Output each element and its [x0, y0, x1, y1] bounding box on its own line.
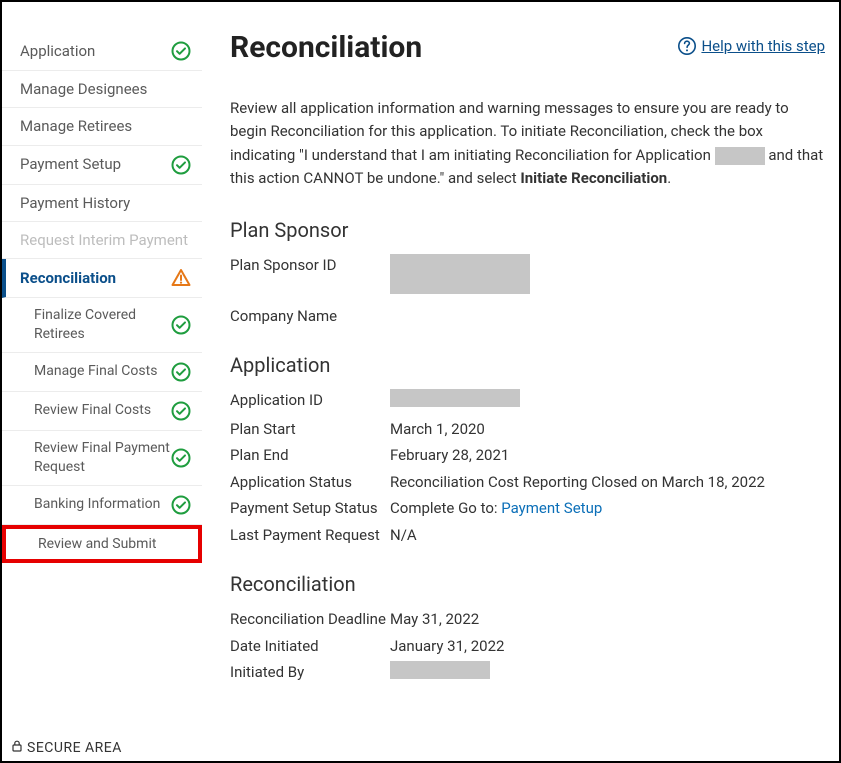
check-icon: [170, 314, 192, 336]
field-value: March 1, 2020: [390, 418, 485, 441]
sidebar-item-reconciliation[interactable]: Reconciliation: [2, 259, 202, 298]
sidebar: Application Manage Designees Manage Retire…: [2, 2, 202, 761]
field-row: Company Name: [230, 305, 825, 328]
field-value: Reconciliation Cost Reporting Closed on …: [390, 471, 765, 494]
check-icon: [170, 494, 192, 516]
main-content: Reconciliation Help with this step Revie…: [202, 2, 839, 761]
sidebar-item-manage-retirees[interactable]: Manage Retirees: [2, 108, 202, 145]
help-link-label: Help with this step: [701, 37, 825, 55]
field-label: Reconciliation Deadline: [230, 608, 390, 631]
field-value: Complete Go to: Payment Setup: [390, 497, 602, 520]
field-value: May 31, 2022: [390, 608, 479, 631]
field-label: Plan Start: [230, 418, 390, 441]
field-label: Date Initiated: [230, 635, 390, 658]
help-icon: [677, 36, 697, 56]
sidebar-item-label: Request Interim Payment: [20, 230, 192, 250]
field-label: Application ID: [230, 389, 390, 412]
field-label: Company Name: [230, 305, 390, 328]
field-row: Reconciliation DeadlineMay 31, 2022: [230, 608, 825, 631]
check-icon: [170, 447, 192, 469]
section-title-application: Application: [230, 353, 825, 377]
lock-icon: [10, 739, 24, 757]
redacted-value: [390, 389, 520, 407]
section-plan-sponsor: Plan Sponsor Plan Sponsor ID Company Name: [230, 218, 825, 327]
field-label: Last Payment Request: [230, 524, 390, 547]
intro-text: Review all application information and w…: [230, 97, 825, 190]
sidebar-item-label: Manage Retirees: [20, 116, 192, 136]
sidebar-item-request-interim-payment: Request Interim Payment: [2, 222, 202, 259]
sidebar-item-label: Review and Submit: [38, 535, 192, 554]
field-label: Payment Setup Status: [230, 497, 390, 520]
section-title-reconciliation: Reconciliation: [230, 572, 825, 596]
sidebar-item-payment-setup[interactable]: Payment Setup: [2, 146, 202, 185]
redacted-app-id-inline: [715, 147, 765, 165]
page-title: Reconciliation: [230, 30, 422, 65]
field-value: N/A: [390, 524, 417, 547]
redacted-value: [390, 661, 490, 679]
sidebar-item-label: Review Final Payment Request: [34, 439, 170, 477]
sidebar-item-label: Payment History: [20, 193, 192, 213]
check-icon: [170, 154, 192, 176]
field-row: Plan EndFebruary 28, 2021: [230, 444, 825, 467]
field-label: Application Status: [230, 471, 390, 494]
sidebar-item-payment-history[interactable]: Payment History: [2, 185, 202, 222]
section-reconciliation: Reconciliation Reconciliation DeadlineMa…: [230, 572, 825, 686]
link-payment-setup[interactable]: Payment Setup: [501, 499, 602, 517]
field-label: Plan Sponsor ID: [230, 254, 390, 277]
field-value: January 31, 2022: [390, 635, 504, 658]
sidebar-item-label: Reconciliation: [20, 268, 170, 288]
sidebar-item-label: Manage Designees: [20, 79, 192, 99]
application-rows: Application IDPlan StartMarch 1, 2020Pla…: [230, 389, 825, 546]
field-row: Plan Sponsor ID: [230, 254, 825, 301]
sidebar-item-manage-designees[interactable]: Manage Designees: [2, 71, 202, 108]
sidebar-item-label: Banking Information: [34, 495, 170, 514]
sidebar-item-review-final-costs[interactable]: Review Final Costs: [2, 392, 202, 431]
secure-area-footer: SECURE AREA: [10, 739, 122, 757]
help-link[interactable]: Help with this step: [677, 36, 825, 56]
secure-label: SECURE AREA: [27, 740, 122, 756]
sidebar-item-label: Finalize Covered Retirees: [34, 306, 170, 344]
field-value: [390, 661, 490, 686]
check-icon: [170, 361, 192, 383]
field-row: Last Payment RequestN/A: [230, 524, 825, 547]
check-icon: [170, 40, 192, 62]
sidebar-item-label: Review Final Costs: [34, 401, 170, 420]
check-icon: [170, 400, 192, 422]
reconciliation-rows: Reconciliation DeadlineMay 31, 2022Date …: [230, 608, 825, 686]
sidebar-item-label: Manage Final Costs: [34, 362, 170, 381]
field-label: Initiated By: [230, 661, 390, 684]
field-row: Application ID: [230, 389, 825, 414]
plan-sponsor-rows: Plan Sponsor ID Company Name: [230, 254, 825, 327]
sidebar-item-label: Application: [20, 41, 170, 61]
sidebar-item-finalize-covered-retirees[interactable]: Finalize Covered Retirees: [2, 298, 202, 353]
sidebar-item-application[interactable]: Application: [2, 32, 202, 71]
field-row: Initiated By: [230, 661, 825, 686]
sidebar-item-label: Payment Setup: [20, 154, 170, 174]
field-value: February 28, 2021: [390, 444, 509, 467]
sidebar-item-review-and-submit[interactable]: Review and Submit: [2, 525, 202, 564]
sidebar-item-review-final-payment-request[interactable]: Review Final Payment Request: [2, 431, 202, 486]
section-title-plan-sponsor: Plan Sponsor: [230, 218, 825, 242]
field-row: Plan StartMarch 1, 2020: [230, 418, 825, 441]
section-application: Application Application ID Plan StartMarc…: [230, 353, 825, 546]
sidebar-item-banking-information[interactable]: Banking Information: [2, 486, 202, 525]
sidebar-item-manage-final-costs[interactable]: Manage Final Costs: [2, 353, 202, 392]
field-row: Application StatusReconciliation Cost Re…: [230, 471, 825, 494]
field-value: [390, 389, 520, 414]
warning-icon: [170, 267, 192, 289]
field-label: Plan End: [230, 444, 390, 467]
field-row: Payment Setup StatusComplete Go to: Paym…: [230, 497, 825, 520]
redacted-value: [390, 254, 530, 294]
field-value: [390, 254, 530, 301]
field-row: Date InitiatedJanuary 31, 2022: [230, 635, 825, 658]
